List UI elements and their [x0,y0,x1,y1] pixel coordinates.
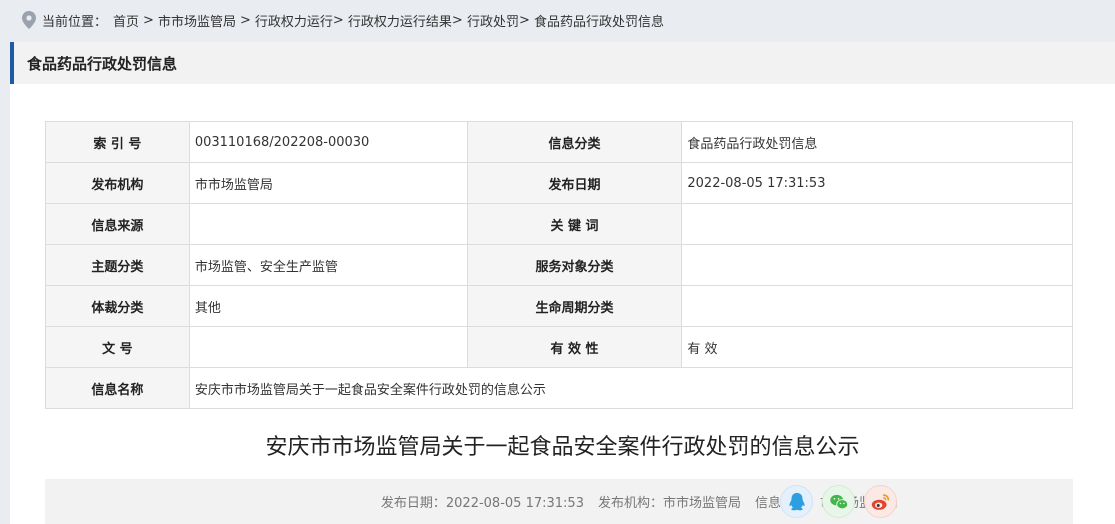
article-publisher: 发布机构：市市场监管局 [597,496,741,511]
weibo-icon [871,493,889,510]
breadcrumb-home-link[interactable]: 首页 [113,11,139,30]
publish-date-label: 发布日期 [466,162,683,204]
table-row: 索 引 号 003110168/202208-00030 信息分类 食品药品行政… [45,121,1073,163]
panel-header: 食品药品行政处罚信息 [10,42,1115,84]
info-source-value [188,203,468,245]
doc-number-label: 文 号 [45,326,190,368]
share-weibo-button[interactable] [864,485,897,518]
genre-category-label: 体裁分类 [45,285,190,327]
breadcrumb-bureau-link[interactable]: 市市场监管局 [158,11,236,30]
breadcrumb-separator: > [518,12,534,28]
lifecycle-category-label: 生命周期分类 [466,285,683,327]
lifecycle-category-value [681,285,1073,327]
article-info-bar: 发布日期：2022-08-05 17:31:53 发布机构：市市场监管局 信息来… [45,479,1073,524]
publisher-value: 市市场监管局 [188,162,468,204]
breadcrumb-separator: > [332,12,348,28]
table-row: 信息名称 安庆市市场监管局关于一起食品安全案件行政处罚的信息公示 [45,367,1074,409]
table-row: 发布机构 市市场监管局 发布日期 2022-08-05 17:31:53 [45,162,1073,204]
table-row: 体裁分类 其他 生命周期分类 [45,285,1073,327]
info-name-label: 信息名称 [45,367,190,409]
topic-category-label: 主题分类 [45,244,190,286]
wechat-icon [829,494,848,509]
article-publish-date: 发布日期：2022-08-05 17:31:53 [380,496,584,511]
doc-number-value [188,326,468,368]
index-number-value: 003110168/202208-00030 [188,121,468,163]
article-title: 安庆市市场监管局关于一起食品安全案件行政处罚的信息公示 [265,435,860,460]
table-row: 信息来源 关 键 词 [45,203,1073,245]
keywords-value [681,203,1073,245]
publish-date-value: 2022-08-05 17:31:53 [681,162,1073,204]
info-category-value: 食品药品行政处罚信息 [681,121,1073,163]
publisher-label: 发布机构 [45,162,190,204]
location-pin-icon [22,11,36,29]
breadcrumb-separator: > [239,12,251,28]
index-number-label: 索 引 号 [45,121,190,163]
breadcrumb-current-link[interactable]: 食品药品行政处罚信息 [534,11,664,30]
metadata-table: 索 引 号 003110168/202208-00030 信息分类 食品药品行政… [45,121,1074,409]
breadcrumb-separator: > [451,12,467,28]
info-source-label: 信息来源 [45,203,190,245]
share-wechat-button[interactable] [822,485,855,518]
content-panel: 食品药品行政处罚信息 索 引 号 003110168/202208-00030 … [10,42,1115,524]
audience-category-label: 服务对象分类 [466,244,683,286]
qq-icon [788,492,805,510]
validity-value: 有 效 [681,326,1073,368]
breadcrumb: 当前位置： 首页 > 市市场监管局 > 行政权力运行 > 行政权力运行结果 > … [0,0,1115,40]
validity-label: 有 效 性 [466,326,683,368]
breadcrumb-penalty-link[interactable]: 行政处罚 [467,11,519,30]
keywords-label: 关 键 词 [466,203,683,245]
breadcrumb-prefix: 当前位置： [42,14,108,30]
breadcrumb-separator: > [143,12,154,28]
info-name-value: 安庆市市场监管局关于一起食品安全案件行政处罚的信息公示 [188,367,1074,409]
info-category-label: 信息分类 [466,121,683,163]
topic-category-value: 市场监管、安全生产监管 [188,244,468,286]
genre-category-value: 其他 [188,285,468,327]
audience-category-value [681,244,1073,286]
panel-title: 食品药品行政处罚信息 [27,54,178,73]
breadcrumb-admin-power-link[interactable]: 行政权力运行 [255,11,333,30]
table-row: 文 号 有 效 性 有 效 [45,326,1073,368]
breadcrumb-results-link[interactable]: 行政权力运行结果 [348,11,452,30]
table-row: 主题分类 市场监管、安全生产监管 服务对象分类 [45,244,1073,286]
share-qq-button[interactable] [780,485,813,518]
